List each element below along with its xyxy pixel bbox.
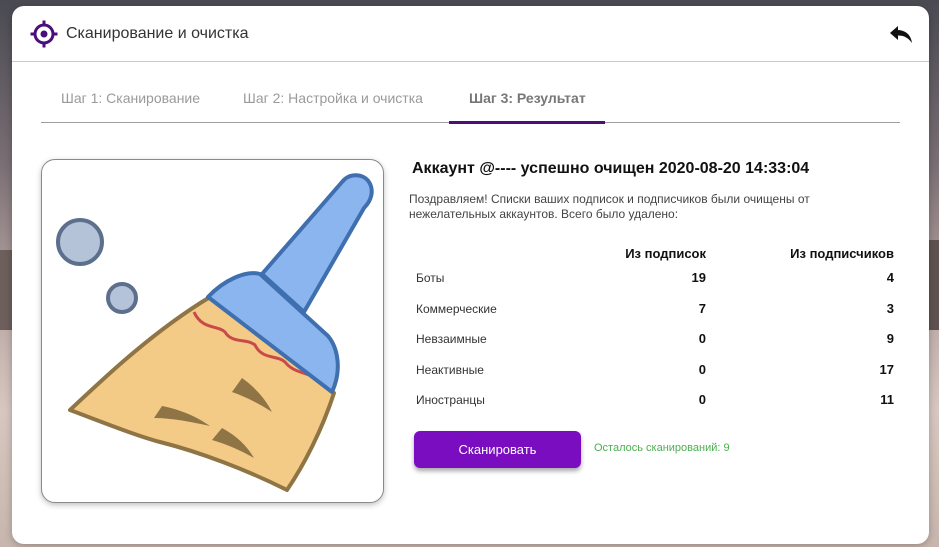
value-from-following: 0: [698, 361, 706, 377]
stats-header-row: Из подписок Из подписчиков: [412, 246, 894, 268]
active-tab-indicator: [449, 121, 605, 124]
value-from-followers: 17: [879, 361, 894, 377]
value-from-following: 19: [691, 270, 706, 285]
page-title: Сканирование и очистка: [66, 24, 249, 42]
value-from-following: 0: [698, 331, 706, 346]
back-arrow-icon[interactable]: [887, 20, 915, 48]
tab-step-3[interactable]: Шаг 3: Результат: [469, 90, 586, 106]
value-from-followers: 3: [886, 300, 894, 316]
step-tabs: Шаг 1: Сканирование Шаг 2: Настройка и о…: [41, 62, 900, 124]
row-label: Неактивные: [416, 362, 484, 377]
table-row: Иностранцы 0 11: [412, 390, 894, 421]
value-from-followers: 11: [880, 392, 894, 407]
value-from-following: 0: [698, 392, 706, 407]
table-row: Неактивные 0 17: [412, 360, 894, 391]
broom-icon: [56, 173, 374, 492]
col-header-followers: Из подписчиков: [790, 246, 894, 261]
table-row: Невзаимные 0 9: [412, 329, 894, 360]
value-from-followers: 4: [886, 270, 894, 285]
row-label: Невзаимные: [416, 332, 487, 346]
row-label: Иностранцы: [416, 393, 485, 407]
value-from-followers: 9: [886, 331, 894, 346]
result-title: Аккаунт @---- успешно очищен 2020-08-20 …: [412, 160, 810, 177]
row-label: Боты: [416, 271, 445, 285]
tab-step-1[interactable]: Шаг 1: Сканирование: [61, 90, 200, 106]
scan-button[interactable]: Сканировать: [414, 431, 581, 468]
table-row: Коммерческие 7 3: [412, 299, 894, 330]
tab-step-2[interactable]: Шаг 2: Настройка и очистка: [243, 90, 423, 106]
target-icon: [30, 20, 58, 48]
value-from-following: 7: [698, 300, 706, 316]
header: Сканирование и очистка: [12, 6, 929, 62]
table-row: Боты 19 4: [412, 268, 894, 299]
illustration-frame: [41, 159, 384, 503]
main-card: Сканирование и очистка Шаг 1: Сканирован…: [12, 6, 929, 544]
row-label: Коммерческие: [416, 301, 497, 316]
remaining-scans-text: Осталось сканирований: 9: [594, 442, 730, 454]
col-header-following: Из подписок: [625, 246, 706, 261]
result-description: Поздравляем! Списки ваших подписок и под…: [409, 192, 810, 221]
stats-table: Из подписок Из подписчиков Боты 19 4 Ком…: [412, 246, 894, 421]
